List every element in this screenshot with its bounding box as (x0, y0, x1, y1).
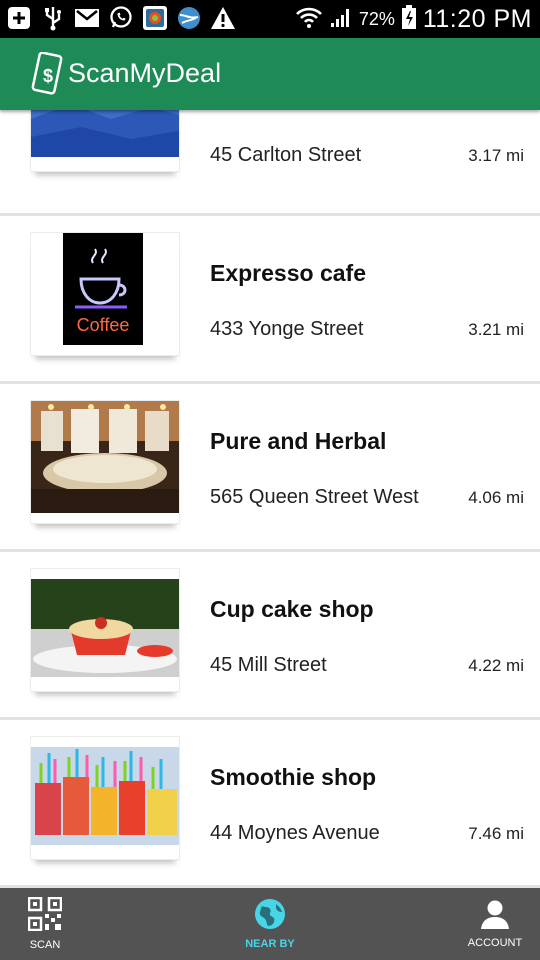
battery-percent: 72% (358, 8, 395, 29)
list-item[interactable]: Smoothie shop 44 Moynes Avenue 7.46 mi (0, 720, 540, 888)
place-address: 565 Queen Street West (210, 486, 419, 508)
whatsapp-icon (108, 5, 134, 31)
spa-pool-photo (31, 401, 179, 513)
place-address: 44 Moynes Avenue (210, 822, 380, 844)
signal-icon (329, 5, 353, 34)
list-item[interactable]: 45 Carlton Street 3.17 mi (0, 110, 540, 216)
mountain-photo (31, 110, 179, 157)
app-logo-icon: $ (28, 51, 64, 98)
place-name: Smoothie shop (210, 764, 377, 790)
app-icon (142, 5, 168, 31)
list-item[interactable]: Cup cake shop 45 Mill Street 4.22 mi (0, 552, 540, 720)
nav-account[interactable]: ACCOUNT (466, 888, 524, 960)
gmail-icon (74, 5, 100, 31)
place-address: 45 Mill Street (210, 654, 327, 676)
svg-text:$: $ (43, 66, 53, 86)
person-icon (480, 899, 510, 934)
smoothie-photo (31, 747, 179, 845)
nearby-list[interactable]: 45 Carlton Street 3.17 mi Coffee Express… (0, 110, 540, 888)
bottom-navigation: SCAN NEAR BY ACCOUNT (0, 888, 540, 960)
clock: 11:20 PM (422, 4, 532, 33)
place-thumbnail (30, 736, 180, 860)
cupcake-photo (31, 579, 179, 677)
globe-icon (254, 898, 286, 935)
app-title: ScanMyDeal (68, 58, 222, 88)
place-name: Pure and Herbal (210, 428, 387, 454)
place-distance: 4.06 mi (468, 488, 524, 507)
place-name: Cup cake shop (210, 596, 374, 622)
add-icon (6, 5, 32, 31)
place-name: Expresso cafe (210, 260, 366, 286)
usb-icon (40, 5, 66, 31)
list-item[interactable]: Pure and Herbal 565 Queen Street West 4.… (0, 384, 540, 552)
nav-scan[interactable]: SCAN (20, 888, 70, 960)
wifi-icon (295, 5, 323, 34)
warning-icon (210, 5, 236, 31)
nav-account-label: ACCOUNT (467, 937, 523, 949)
place-distance: 3.17 mi (468, 146, 524, 165)
nav-scan-label: SCAN (29, 939, 61, 951)
system-status: 72% 11:20 PM (295, 2, 532, 36)
place-distance: 3.21 mi (468, 320, 524, 339)
coffee-neon-sign: Coffee (31, 233, 179, 345)
qr-code-icon (27, 896, 63, 936)
place-distance: 4.22 mi (468, 656, 524, 675)
list-item[interactable]: Coffee Expresso cafe 433 Yonge Street 3.… (0, 216, 540, 384)
nav-nearby[interactable]: NEAR BY (236, 888, 304, 960)
status-bar: 72% 11:20 PM (0, 0, 540, 38)
coffee-sign-text: Coffee (77, 315, 130, 335)
app-bar: $ ScanMyDeal (0, 38, 540, 110)
notification-icons (6, 5, 236, 31)
browser-icon (176, 5, 202, 31)
place-thumbnail: Coffee (30, 232, 180, 356)
nav-nearby-label: NEAR BY (245, 938, 295, 950)
place-thumbnail (30, 568, 180, 692)
battery-icon (401, 4, 417, 35)
place-thumbnail (30, 400, 180, 524)
place-thumbnail (30, 110, 180, 172)
place-distance: 7.46 mi (468, 824, 524, 843)
place-address: 433 Yonge Street (210, 318, 364, 340)
place-address: 45 Carlton Street (210, 144, 362, 166)
